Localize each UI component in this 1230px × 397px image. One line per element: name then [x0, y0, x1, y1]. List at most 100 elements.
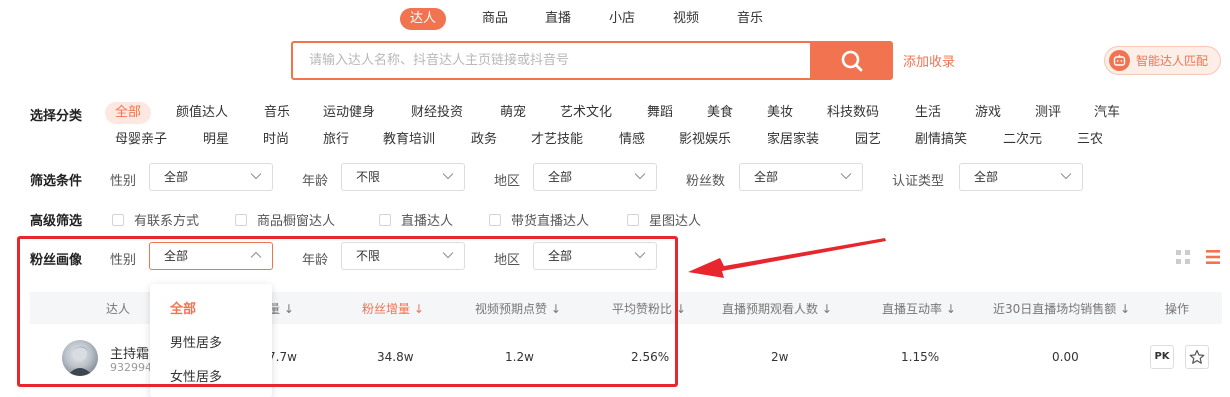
category-item[interactable]: 三农 — [1077, 129, 1103, 151]
checkbox-box[interactable] — [489, 213, 501, 226]
category-item[interactable]: 萌宠 — [500, 102, 526, 124]
star-icon — [1189, 349, 1205, 364]
category-item[interactable]: 运动健身 — [323, 102, 375, 124]
gender-select[interactable]: 全部 — [149, 163, 273, 191]
search-field[interactable] — [291, 41, 810, 80]
category-item[interactable]: 生活 — [915, 102, 941, 124]
column-video-likes[interactable]: 视频预期点赞 ↓ — [475, 300, 561, 317]
tab-live[interactable]: 直播 — [535, 8, 581, 30]
column-live-viewers-label: 直播预期观看人数 — [722, 302, 819, 316]
cert-select[interactable]: 全部 — [959, 163, 1083, 191]
gender-filter-label: 性别 — [110, 174, 137, 189]
column-avg-like-ratio-label: 平均赞粉比 — [612, 302, 673, 316]
avatar-image — [67, 346, 93, 376]
column-live-sales[interactable]: 近30日直播场均销售额 ↓ — [993, 300, 1130, 317]
grid-view-icon[interactable] — [1175, 249, 1191, 265]
search-input[interactable] — [293, 43, 810, 78]
category-item[interactable]: 明星 — [203, 129, 229, 151]
column-avg-like-ratio[interactable]: 平均赞粉比 ↓ — [612, 300, 686, 317]
category-item[interactable]: 时尚 — [263, 129, 289, 151]
category-item[interactable]: 测评 — [1035, 102, 1061, 124]
category-item[interactable]: 二次元 — [1003, 129, 1042, 151]
fan-age-value: 不限 — [356, 249, 381, 263]
column-live-viewers[interactable]: 直播预期观看人数 ↓ — [722, 300, 832, 317]
checkbox-box[interactable] — [235, 213, 247, 226]
category-label: 选择分类 — [30, 109, 83, 124]
category-item[interactable]: 财经投资 — [411, 102, 463, 124]
category-item[interactable]: 影视娱乐 — [679, 129, 731, 151]
cert-filter-label: 认证类型 — [892, 174, 945, 189]
fan-age-select[interactable]: 不限 — [341, 242, 465, 270]
pk-button[interactable]: PK — [1150, 345, 1174, 369]
cell-video-likes: 1.2w — [505, 350, 534, 364]
fan-region-select[interactable]: 全部 — [533, 242, 657, 270]
checkbox-box[interactable] — [379, 213, 391, 226]
tab-product[interactable]: 商品 — [472, 8, 518, 30]
checkbox-box[interactable] — [112, 213, 124, 226]
tab-shop[interactable]: 小店 — [599, 8, 645, 30]
category-item[interactable]: 艺术文化 — [560, 102, 612, 124]
favorite-button[interactable] — [1185, 345, 1209, 369]
category-item[interactable]: 情感 — [619, 129, 645, 151]
dropdown-option-female[interactable]: 女性居多 — [170, 366, 222, 385]
category-item[interactable]: 政务 — [471, 129, 497, 151]
chevron-down-icon — [840, 173, 852, 180]
category-item[interactable]: 母婴亲子 — [115, 129, 167, 151]
gender-select-value: 全部 — [164, 170, 189, 184]
category-item[interactable]: 剧情搞笑 — [915, 129, 967, 151]
category-item[interactable]: 旅行 — [323, 129, 349, 151]
dropdown-option-all[interactable]: 全部 — [170, 298, 196, 317]
checkbox-live-sales[interactable]: 带货直播达人 — [489, 210, 589, 229]
category-item[interactable]: 美食 — [707, 102, 733, 124]
category-item[interactable]: 科技数码 — [827, 102, 879, 124]
category-all[interactable]: 全部 — [105, 102, 152, 124]
checkbox-label: 商品橱窗达人 — [257, 214, 336, 229]
column-live-interaction-label: 直播互动率 — [882, 302, 943, 316]
checkbox-contact[interactable]: 有联系方式 — [112, 210, 199, 229]
checkbox-live[interactable]: 直播达人 — [379, 210, 453, 229]
influencer-name[interactable]: 主持霜 — [110, 343, 149, 362]
tab-music[interactable]: 音乐 — [727, 8, 773, 30]
checkbox-box[interactable] — [627, 213, 639, 226]
category-item[interactable]: 汽车 — [1094, 102, 1120, 124]
category-item[interactable]: 教育培训 — [383, 129, 435, 151]
column-fan-growth-label: 粉丝增量 — [362, 302, 411, 316]
cert-select-value: 全部 — [974, 170, 999, 184]
list-view-icon[interactable] — [1205, 249, 1221, 265]
fan-profile-label: 粉丝画像 — [30, 253, 83, 268]
region-filter-label: 地区 — [494, 174, 521, 189]
category-item[interactable]: 游戏 — [975, 102, 1001, 124]
tab-influencer[interactable]: 达人 — [400, 8, 447, 30]
robot-icon — [1109, 50, 1130, 71]
dropdown-option-male[interactable]: 男性居多 — [170, 332, 222, 351]
category-item[interactable]: 园艺 — [855, 129, 881, 151]
category-item[interactable]: 美妆 — [767, 102, 793, 124]
add-record-link[interactable]: 添加收录 — [903, 51, 955, 70]
search-button[interactable] — [810, 41, 893, 80]
category-item[interactable]: 家居家装 — [767, 129, 819, 151]
cell-live-interaction: 1.15% — [901, 350, 940, 364]
category-item[interactable]: 才艺技能 — [531, 129, 583, 151]
checkbox-showcase[interactable]: 商品橱窗达人 — [235, 210, 335, 229]
category-item[interactable]: 颜值达人 — [176, 102, 228, 124]
checkbox-star-map[interactable]: 星图达人 — [627, 210, 701, 229]
age-select[interactable]: 不限 — [341, 163, 465, 191]
category-item[interactable]: 音乐 — [264, 102, 290, 124]
tab-video[interactable]: 视频 — [663, 8, 709, 30]
category-item[interactable]: 舞蹈 — [647, 102, 673, 124]
fan-gender-value: 全部 — [164, 249, 189, 263]
region-select-value: 全部 — [548, 170, 573, 184]
fan-gender-select[interactable]: 全部 — [149, 242, 273, 270]
fan-region-label: 地区 — [494, 253, 521, 268]
column-fan-growth[interactable]: 粉丝增量 ↓ — [362, 300, 424, 317]
fans-select[interactable]: 全部 — [739, 163, 863, 191]
column-live-sales-label: 近30日直播场均销售额 — [993, 302, 1117, 316]
chevron-down-icon — [442, 252, 454, 259]
column-live-interaction[interactable]: 直播互动率 ↓ — [882, 300, 956, 317]
avatar[interactable] — [62, 340, 98, 376]
gender-dropdown-menu: 全部 男性居多 女性居多 — [150, 284, 272, 397]
checkbox-label: 带货直播达人 — [511, 214, 590, 229]
column-actions: 操作 — [1165, 302, 1190, 316]
region-select[interactable]: 全部 — [533, 163, 657, 191]
smart-match-button[interactable]: 智能达人匹配 — [1104, 46, 1221, 75]
